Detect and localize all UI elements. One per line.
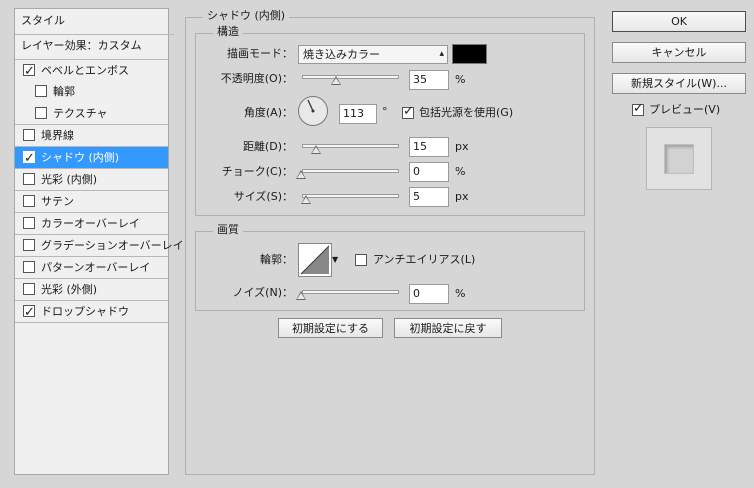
contour-dropdown-icon[interactable]: ▼ bbox=[332, 255, 338, 264]
drop-shadow-checkbox[interactable] bbox=[23, 302, 35, 323]
stroke-checkbox[interactable] bbox=[23, 129, 35, 141]
global-light-checkbox[interactable] bbox=[402, 104, 414, 119]
choke-input[interactable]: 0 bbox=[409, 162, 449, 182]
sidebar-item-pattern-overlay[interactable]: パターンオーバーレイ bbox=[15, 256, 168, 278]
texture-checkbox[interactable] bbox=[35, 107, 47, 119]
size-input[interactable]: 5 bbox=[409, 187, 449, 207]
blend-mode-value: 焼き込みカラー bbox=[303, 48, 380, 61]
size-slider-track[interactable] bbox=[302, 194, 399, 198]
inner-glow-checkbox[interactable] bbox=[23, 173, 35, 185]
select-arrows-icon: ▴ bbox=[439, 49, 444, 59]
sidebar-item-label: 光彩 (外側) bbox=[41, 283, 98, 296]
angle-label: 角度(A)： bbox=[243, 106, 293, 119]
sidebar-item-inner-shadow[interactable]: シャドウ (内側) bbox=[15, 146, 168, 169]
sidebar-item-label: パターンオーバーレイ bbox=[41, 261, 151, 274]
opacity-slider-thumb[interactable] bbox=[331, 76, 341, 85]
contour-label: 輪郭： bbox=[260, 253, 293, 266]
contour-curve-icon bbox=[300, 245, 330, 275]
structure-title: 構造 bbox=[213, 25, 243, 39]
sidebar-item-texture[interactable]: テクスチャ bbox=[15, 103, 168, 124]
contour-picker[interactable] bbox=[298, 243, 332, 277]
antialias-checkbox[interactable] bbox=[355, 254, 367, 266]
make-default-button[interactable]: 初期設定にする bbox=[278, 318, 383, 338]
outer-glow-checkbox[interactable] bbox=[23, 283, 35, 295]
blend-mode-label: 描画モード： bbox=[227, 47, 293, 60]
preview-label: プレビュー(V) bbox=[649, 103, 721, 116]
opacity-input[interactable]: 35 bbox=[409, 70, 449, 90]
antialias-label: アンチエイリアス(L) bbox=[373, 253, 476, 266]
angle-needle-icon bbox=[307, 99, 315, 113]
distance-unit: px bbox=[455, 140, 469, 153]
opacity-unit: % bbox=[455, 73, 466, 86]
preview-checkbox[interactable] bbox=[632, 101, 644, 116]
noise-slider-thumb[interactable] bbox=[296, 291, 306, 300]
sidebar-item-label: ベベルとエンボス bbox=[41, 64, 129, 77]
pattern-overlay-checkbox[interactable] bbox=[23, 261, 35, 273]
panel-title: シャドウ (内側) bbox=[203, 9, 290, 23]
distance-input[interactable]: 15 bbox=[409, 137, 449, 157]
sidebar-item-gradient-overlay[interactable]: グラデーションオーバーレイ bbox=[15, 234, 184, 256]
blending-options-item[interactable]: レイヤー効果：カスタム bbox=[15, 34, 174, 56]
style-preview bbox=[646, 127, 712, 190]
sidebar-item-inner-glow[interactable]: 光彩 (内側) bbox=[15, 168, 168, 190]
choke-unit: % bbox=[455, 165, 466, 178]
quality-title: 画質 bbox=[213, 223, 243, 237]
blend-mode-select[interactable]: 焼き込みカラー ▴ bbox=[298, 45, 448, 64]
sidebar-item-drop-shadow[interactable]: ドロップシャドウ bbox=[15, 300, 168, 323]
preview-swatch bbox=[664, 144, 694, 174]
sidebar-item-color-overlay[interactable]: カラーオーバーレイ bbox=[15, 212, 168, 234]
sidebar-item-label: シャドウ (内側) bbox=[41, 151, 120, 164]
contour-checkbox[interactable] bbox=[35, 85, 47, 97]
styles-header[interactable]: スタイル bbox=[21, 10, 174, 31]
angle-input[interactable]: 113 bbox=[339, 104, 377, 124]
sidebar-item-label: ドロップシャドウ bbox=[41, 305, 129, 318]
sidebar-item-label: テクスチャ bbox=[53, 107, 108, 120]
noise-slider-track[interactable] bbox=[302, 290, 399, 294]
sidebar-item-label: カラーオーバーレイ bbox=[41, 217, 140, 230]
blend-color-swatch[interactable] bbox=[452, 44, 487, 64]
sidebar-item-label: 境界線 bbox=[41, 129, 74, 142]
gradient-overlay-checkbox[interactable] bbox=[23, 239, 35, 251]
global-light-label: 包括光源を使用(G) bbox=[419, 106, 514, 119]
choke-slider-thumb[interactable] bbox=[296, 170, 306, 179]
new-style-button[interactable]: 新規スタイル(W)... bbox=[612, 73, 746, 94]
bevel-emboss-checkbox[interactable] bbox=[23, 61, 35, 82]
sidebar-item-label: サテン bbox=[41, 195, 74, 208]
list-divider bbox=[15, 322, 168, 323]
color-overlay-checkbox[interactable] bbox=[23, 217, 35, 229]
noise-unit: % bbox=[455, 287, 466, 300]
angle-unit: ° bbox=[382, 105, 388, 118]
sidebar-item-label: グラデーションオーバーレイ bbox=[41, 239, 184, 252]
distance-slider-thumb[interactable] bbox=[311, 145, 321, 154]
size-unit: px bbox=[455, 190, 469, 203]
reset-default-button[interactable]: 初期設定に戻す bbox=[394, 318, 502, 338]
distance-label: 距離(D)： bbox=[242, 140, 293, 153]
size-slider-thumb[interactable] bbox=[301, 195, 311, 204]
ok-button[interactable]: OK bbox=[612, 11, 746, 32]
styles-list: スタイル レイヤー効果：カスタム ベベルとエンボス 輪郭 テクスチャ 境界線 シ… bbox=[14, 8, 184, 475]
opacity-slider-track[interactable] bbox=[302, 75, 399, 79]
angle-dial[interactable] bbox=[298, 96, 328, 126]
opacity-label: 不透明度(O)： bbox=[220, 72, 293, 85]
sidebar-item-bevel-emboss[interactable]: ベベルとエンボス bbox=[15, 59, 168, 82]
blending-options-label: レイヤー効果：カスタム bbox=[21, 39, 142, 52]
size-label: サイズ(S)： bbox=[233, 190, 293, 203]
sidebar-item-contour[interactable]: 輪郭 bbox=[15, 81, 168, 102]
choke-label: チョーク(C)： bbox=[221, 165, 293, 178]
sidebar-item-label: 輪郭 bbox=[53, 85, 75, 98]
sidebar-item-label: 光彩 (内側) bbox=[41, 173, 98, 186]
sidebar-item-stroke[interactable]: 境界線 bbox=[15, 124, 168, 146]
noise-input[interactable]: 0 bbox=[409, 284, 449, 304]
cancel-button[interactable]: キャンセル bbox=[612, 42, 746, 63]
noise-label: ノイズ(N)： bbox=[232, 286, 293, 299]
choke-slider-track[interactable] bbox=[302, 169, 399, 173]
satin-checkbox[interactable] bbox=[23, 195, 35, 207]
sidebar-item-satin[interactable]: サテン bbox=[15, 190, 168, 212]
sidebar-item-outer-glow[interactable]: 光彩 (外側) bbox=[15, 278, 168, 300]
inner-shadow-checkbox[interactable] bbox=[23, 148, 35, 169]
